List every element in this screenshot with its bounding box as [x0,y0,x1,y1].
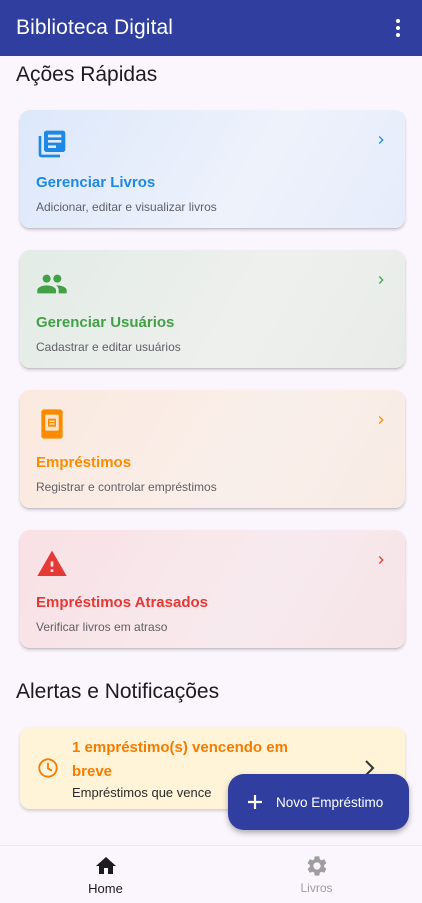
manage-users-card[interactable]: Gerenciar Usuários Cadastrar e editar us… [20,250,405,368]
chevron-right-icon [378,416,384,424]
card-subtitle: Cadastrar e editar usuários [36,340,181,354]
app-bar: Biblioteca Digital [0,0,422,56]
home-icon [95,856,116,874]
nav-item-books[interactable]: Livros [211,846,422,903]
card-subtitle: Registrar e controlar empréstimos [36,480,217,494]
card-title: Empréstimos Atrasados [36,594,209,611]
alerts-heading: Alertas e Notificações [16,680,220,703]
chevron-right-icon [378,136,384,144]
more-options-icon[interactable] [386,16,410,40]
people-icon [37,274,67,294]
nav-label-home: Home [88,880,123,896]
loan-book-icon [41,409,63,439]
card-subtitle: Verificar livros em atraso [36,620,168,634]
chevron-right-icon [378,556,384,564]
plus-icon [248,795,262,809]
loans-card[interactable]: Empréstimos Registrar e controlar emprés… [20,390,405,508]
gear-icon [307,856,326,876]
warning-icon [37,550,67,576]
card-subtitle: Adicionar, editar e visualizar livros [36,200,217,214]
manage-books-card[interactable]: Gerenciar Livros Adicionar, editar e vis… [20,110,405,228]
library-books-icon [38,130,66,158]
card-title: Gerenciar Livros [36,174,156,191]
nav-item-home[interactable]: Home [0,846,211,903]
new-loan-button[interactable]: Novo Empréstimo [228,774,409,830]
quick-actions-heading: Ações Rápidas [16,63,158,86]
overdue-loans-card[interactable]: Empréstimos Atrasados Verificar livros e… [20,530,405,648]
nav-label-books: Livros [300,881,333,895]
card-title: Empréstimos [36,454,132,471]
bottom-navigation: Home Livros [0,845,422,903]
chevron-right-icon [378,276,384,284]
alert-subtitle: Empréstimos que vence [72,785,212,800]
new-loan-label: Novo Empréstimo [276,794,384,810]
card-title: Gerenciar Usuários [36,314,175,331]
app-title: Biblioteca Digital [16,16,174,39]
clock-icon [38,758,58,778]
